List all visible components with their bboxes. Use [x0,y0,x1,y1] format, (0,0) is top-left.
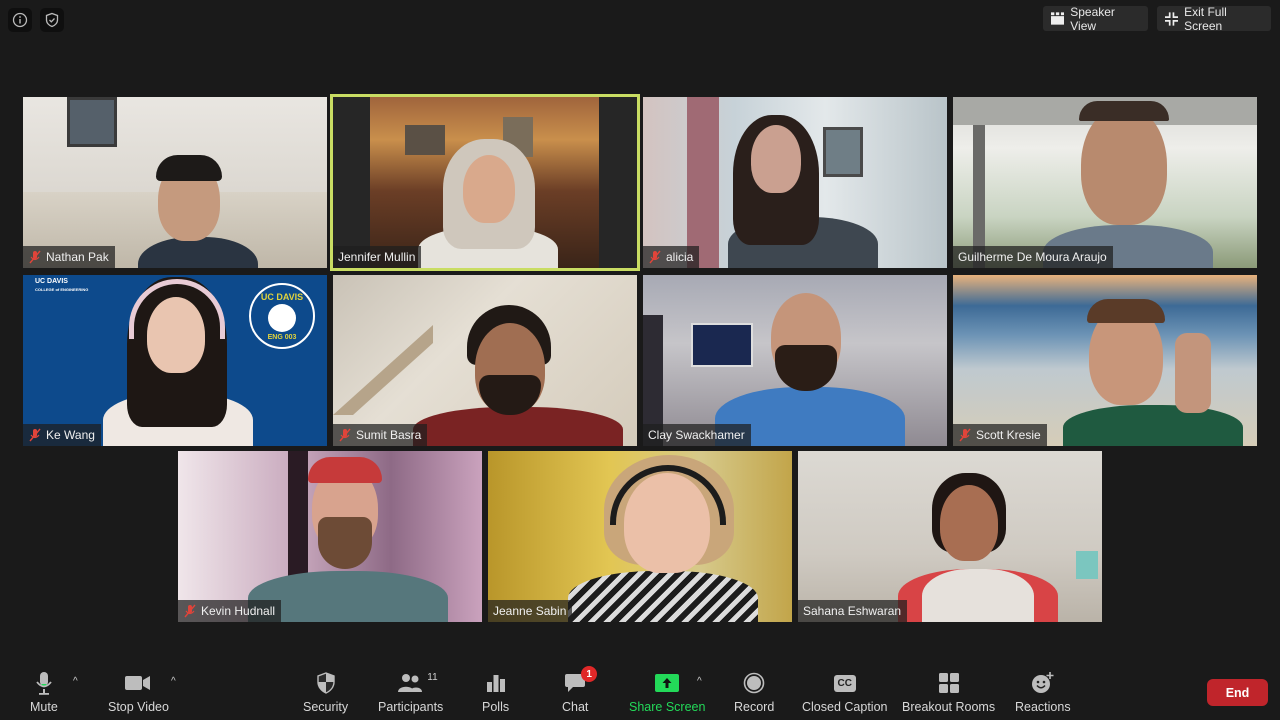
participant-name: alicia [666,250,694,264]
participant-nameplate: Jeanne Sabin [488,600,573,622]
breakout-rooms-button[interactable]: Breakout Rooms [902,670,995,714]
participant-nameplate: Ke Wang [23,424,101,446]
reactions-smiley-icon [1031,672,1054,693]
reactions-button[interactable]: Reactions [1015,670,1071,714]
participant-name: Jeanne Sabin [493,604,567,618]
video-options-caret[interactable]: ^ [171,676,176,687]
participant-nameplate: Guilherme De Moura Araujo [953,246,1113,268]
record-icon [743,672,765,694]
polls-button[interactable]: Polls [482,670,509,714]
video-tile[interactable]: Jeanne Sabin [488,451,792,622]
muted-mic-icon [184,604,196,618]
breakout-rooms-label: Breakout Rooms [902,700,996,714]
video-tile[interactable]: UC DAVIS COLLEGE of ENGINEERING UC DAVIS… [23,275,327,446]
share-options-caret[interactable]: ^ [697,676,702,687]
chat-button[interactable]: 1 Chat [562,666,598,714]
participants-label: Participants [378,700,444,714]
video-tile[interactable]: alicia [643,97,947,268]
participant-name: Kevin Hudnall [201,604,276,618]
participant-nameplate: Nathan Pak [23,246,115,268]
security-label: Security [303,700,349,714]
gallery-view: Nathan Pak Jennifer Mullin alicia Guilhe… [0,0,1280,720]
meeting-toolbar: Mute ^ Stop Video ^ Security 11 Particip… [0,660,1280,720]
shield-icon [316,672,335,694]
record-label: Record [734,700,775,714]
polls-label: Polls [482,700,510,714]
background-badge: UC DAVIS ENG 003 [249,283,315,349]
participant-name: Scott Kresie [976,428,1041,442]
reactions-label: Reactions [1015,700,1071,714]
participant-name: Nathan Pak [46,250,109,264]
participant-nameplate: Sahana Eshwaran [798,600,908,622]
closed-caption-label: Closed Caption [802,700,888,714]
participants-count: 11 [427,672,438,683]
video-camera-icon [125,676,151,690]
participant-nameplate: Sumit Basra [333,424,428,446]
muted-mic-icon [959,428,971,442]
chat-unread-badge: 1 [581,666,598,682]
video-tile-active-speaker[interactable]: Jennifer Mullin [330,94,640,271]
participant-nameplate: Jennifer Mullin [333,246,422,268]
stop-video-label: Stop Video [108,700,169,714]
polls-bar-chart-icon [486,675,505,692]
mute-label: Mute [30,700,58,714]
video-tile[interactable]: Scott Kresie [953,275,1257,446]
participant-name: Guilherme De Moura Araujo [958,250,1107,264]
video-tile[interactable]: Clay Swackhamer [643,275,947,446]
participant-name: Jennifer Mullin [338,250,416,264]
participant-nameplate: Kevin Hudnall [178,600,282,622]
closed-caption-button[interactable]: CC Closed Caption [802,670,887,714]
video-tile[interactable]: Guilherme De Moura Araujo [953,97,1257,268]
mute-button[interactable]: Mute [30,670,58,714]
breakout-rooms-grid-icon [938,673,959,693]
muted-mic-icon [29,250,41,264]
end-meeting-button[interactable]: End [1207,679,1268,706]
share-screen-button[interactable]: Share Screen [629,670,705,714]
stop-video-button[interactable]: Stop Video [108,670,169,714]
security-button[interactable]: Security [303,670,348,714]
participant-nameplate: Clay Swackhamer [643,424,751,446]
participant-name: Sahana Eshwaran [803,604,902,618]
participant-name: Sumit Basra [356,428,422,442]
video-tile[interactable]: Nathan Pak [23,97,327,268]
participants-button[interactable]: 11 Participants [378,670,443,714]
video-tile[interactable]: Sumit Basra [333,275,637,446]
closed-caption-icon: CC [833,674,856,692]
share-screen-label: Share Screen [629,700,706,714]
muted-mic-icon [339,428,351,442]
muted-mic-icon [29,428,41,442]
participant-name: Ke Wang [46,428,95,442]
participant-nameplate: Scott Kresie [953,424,1047,446]
participant-name: Clay Swackhamer [648,428,745,442]
video-tile[interactable]: Kevin Hudnall [178,451,482,622]
chat-label: Chat [562,700,589,714]
muted-mic-icon [649,250,661,264]
background-logo: UC DAVIS COLLEGE of ENGINEERING [35,278,89,292]
participants-icon [397,674,422,692]
participant-nameplate: alicia [643,246,700,268]
audio-options-caret[interactable]: ^ [73,676,78,687]
microphone-icon [36,672,52,695]
video-tile[interactable]: Sahana Eshwaran [798,451,1102,622]
share-screen-arrow-icon [655,674,680,692]
record-button[interactable]: Record [734,670,774,714]
